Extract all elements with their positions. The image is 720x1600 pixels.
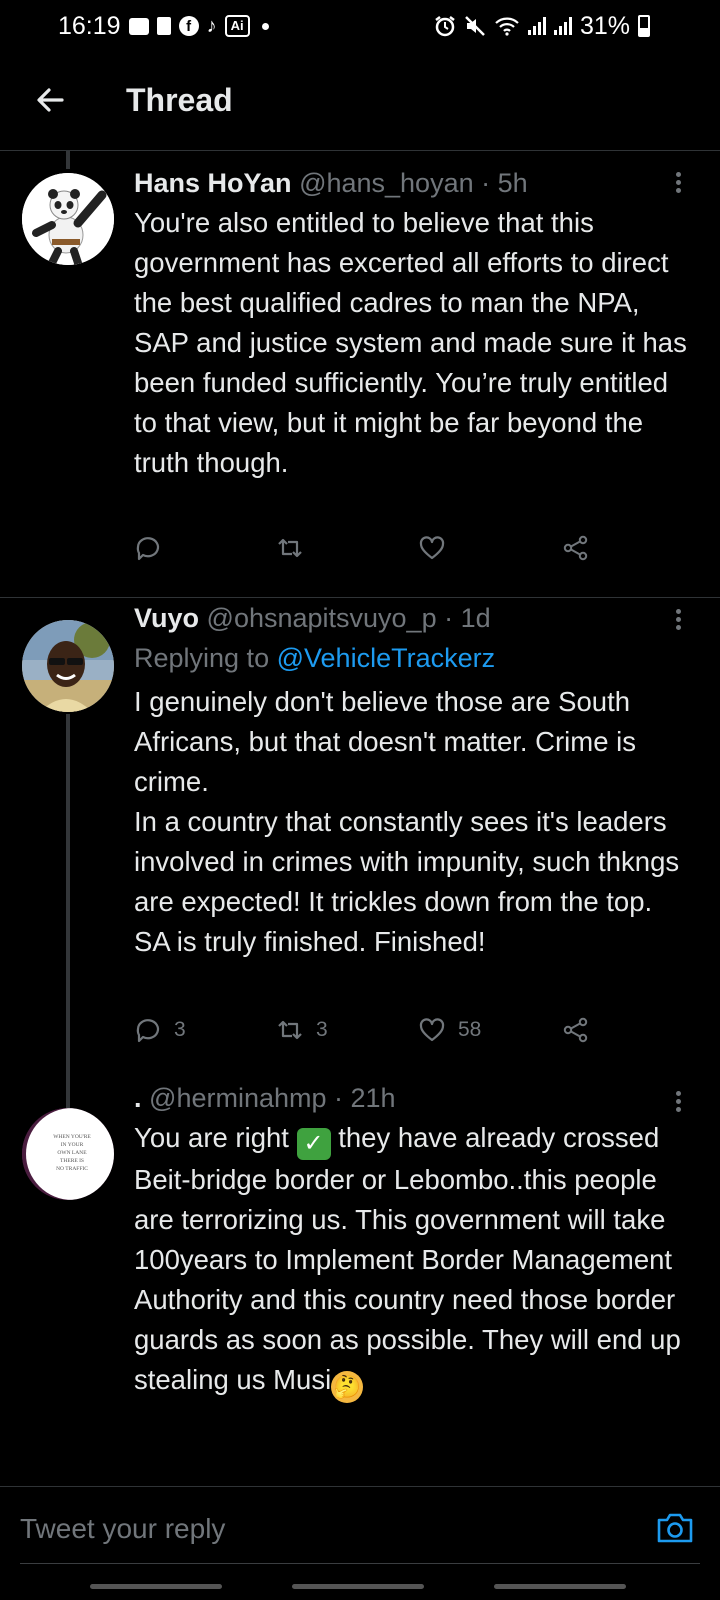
- reply-count: 3: [174, 1018, 186, 1041]
- heart-icon: [419, 1018, 445, 1042]
- message-icon: [128, 17, 149, 35]
- person-avatar-image: [22, 620, 114, 712]
- nav-gesture-bar[interactable]: [90, 1584, 222, 1589]
- retweet-icon: [278, 538, 302, 558]
- thinking-face-emoji-icon: 🤔: [331, 1371, 364, 1403]
- author-handle[interactable]: @hans_hoyan: [299, 168, 474, 198]
- retweet-button[interactable]: 3: [276, 1016, 328, 1044]
- tweet-vuyo[interactable]: Vuyo @ohsnapitsvuyo_p · 1d Replying to @…: [0, 598, 720, 1078]
- page-title: Thread: [126, 82, 233, 118]
- signal-icon: [527, 17, 546, 35]
- notification-icons: f ♪ Ai: [128, 14, 269, 38]
- like-button[interactable]: 58: [418, 1016, 481, 1044]
- avatar-text-line: THERE IS: [60, 1158, 84, 1164]
- camera-icon[interactable]: [656, 1511, 694, 1545]
- reply-underline: [20, 1563, 700, 1564]
- reply-button[interactable]: 3: [134, 1016, 186, 1044]
- share-button[interactable]: [562, 1016, 590, 1044]
- tweet-text: You are right ✓ they have already crosse…: [134, 1118, 690, 1403]
- avatar[interactable]: [22, 173, 114, 265]
- facebook-icon: f: [178, 16, 199, 36]
- avatar-text-line: OWN LANE: [57, 1150, 87, 1156]
- panda-avatar-image: [22, 173, 114, 265]
- tweet-text: I genuinely don't believe those are Sout…: [134, 686, 680, 957]
- status-time: 16:19: [58, 11, 121, 40]
- reply-composer: [0, 1486, 720, 1590]
- signal-2-icon: [553, 17, 572, 35]
- author-name[interactable]: Hans HoYan: [134, 168, 292, 198]
- tweet-time: · 5h: [481, 168, 528, 198]
- thread-line-top: [66, 1078, 70, 1108]
- system-icons: 31%: [434, 0, 650, 52]
- wifi-icon: [495, 17, 519, 36]
- more-options-icon[interactable]: [666, 1088, 690, 1118]
- reply-icon: [136, 537, 160, 561]
- battery-icon: [638, 15, 650, 37]
- thread-line-top: [66, 151, 70, 169]
- author-handle[interactable]: @herminahmp: [149, 1083, 326, 1113]
- nav-gesture-bar[interactable]: [292, 1584, 424, 1589]
- tweet-text: You're also entitled to believe that thi…: [134, 207, 695, 478]
- reply-input[interactable]: [20, 1505, 620, 1553]
- author-handle[interactable]: @ohsnapitsvuyo_p: [207, 603, 437, 633]
- battery-percent: 31%: [579, 11, 630, 40]
- reply-icon: [136, 1019, 160, 1043]
- tweet-actions: 3 3 58: [134, 1016, 614, 1052]
- more-options-icon[interactable]: [666, 169, 690, 199]
- like-button[interactable]: [418, 534, 446, 562]
- tiktok-icon: ♪: [206, 14, 217, 37]
- tweet-text-part: they have already crossed Beit-bridge bo…: [134, 1122, 689, 1395]
- tweet-header: Hans HoYan @hans_hoyan · 5h: [134, 165, 690, 201]
- retweet-icon: [278, 1020, 302, 1040]
- mute-icon: [465, 16, 485, 36]
- avatar[interactable]: [22, 620, 114, 712]
- top-app-bar: Thread: [0, 52, 720, 150]
- more-notifications-dot-icon: [261, 22, 269, 30]
- like-count: 58: [458, 1018, 482, 1041]
- retweet-count: 3: [316, 1018, 328, 1041]
- avatar-text-line: IN YOUR: [61, 1142, 84, 1148]
- alarm-icon: [435, 16, 455, 37]
- share-icon: [563, 1017, 588, 1043]
- document-icon: [156, 17, 171, 35]
- retweet-button[interactable]: [276, 534, 304, 562]
- tweet-text-part: You are right: [134, 1122, 297, 1153]
- avatar-text-line: WHEN YOU'RE: [53, 1134, 91, 1140]
- arrow-left-icon[interactable]: [32, 82, 68, 118]
- tweet-header: . @herminahmp · 21h: [134, 1080, 690, 1116]
- check-mark-emoji-icon: ✓: [296, 1128, 331, 1160]
- quote-avatar-image: WHEN YOU'RE IN YOUR OWN LANE THERE IS NO…: [22, 1108, 114, 1200]
- author-name[interactable]: Vuyo: [134, 603, 199, 633]
- tweet-time: · 1d: [444, 603, 491, 633]
- tweet-time: · 21h: [334, 1083, 396, 1113]
- replying-to: Replying to @VehicleTrackerz: [134, 638, 690, 678]
- ai-icon: Ai: [224, 15, 250, 37]
- tweet-header: Vuyo @ohsnapitsvuyo_p · 1d: [134, 600, 690, 636]
- share-icon: [563, 535, 588, 561]
- tweet-herminahmp[interactable]: WHEN YOU'RE IN YOUR OWN LANE THERE IS NO…: [0, 1078, 720, 1486]
- heart-icon: [419, 536, 445, 560]
- more-options-icon[interactable]: [666, 606, 690, 636]
- author-name[interactable]: .: [134, 1083, 142, 1113]
- thread-line: [66, 714, 70, 1078]
- avatar-text-line: NO TRAFFIC: [56, 1166, 88, 1172]
- tweet-hans-hoyan[interactable]: Hans HoYan @hans_hoyan · 5h You're also …: [0, 151, 720, 597]
- reply-button[interactable]: [134, 534, 162, 562]
- share-button[interactable]: [562, 534, 590, 562]
- avatar[interactable]: WHEN YOU'RE IN YOUR OWN LANE THERE IS NO…: [22, 1108, 114, 1200]
- replying-to-label: Replying to: [134, 643, 270, 673]
- replying-to-link[interactable]: @VehicleTrackerz: [277, 643, 495, 673]
- status-bar: 16:19 f ♪ Ai 31%: [0, 0, 720, 52]
- nav-gesture-bar[interactable]: [494, 1584, 626, 1589]
- tweet-actions: [134, 534, 614, 570]
